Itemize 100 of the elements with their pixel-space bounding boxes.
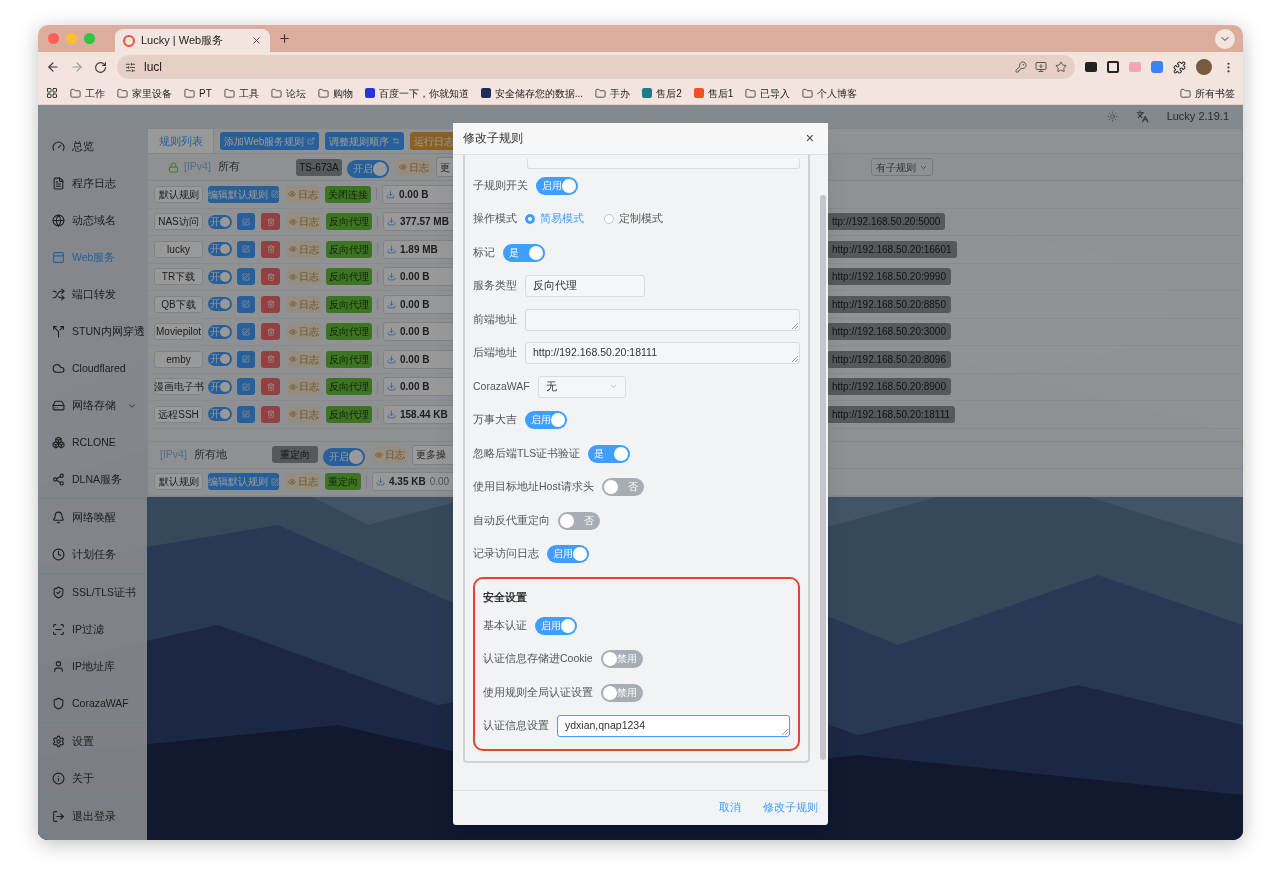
delete-button[interactable] (261, 350, 280, 368)
delete-button[interactable] (261, 323, 280, 341)
edit-button[interactable] (237, 240, 255, 258)
log-button[interactable]: 日志 (287, 240, 321, 258)
new-tab-icon[interactable] (278, 32, 291, 45)
resize-handle-icon[interactable] (792, 356, 798, 363)
text-area[interactable]: http://192.168.50.20:18111 (525, 342, 800, 365)
bookmark[interactable]: 工作 (70, 85, 105, 101)
toggle-switch[interactable]: 禁用 (600, 650, 643, 669)
edit-button[interactable] (237, 378, 255, 396)
edit-button[interactable] (237, 350, 255, 368)
log-button[interactable]: 日志 (287, 378, 321, 396)
delete-button[interactable] (261, 268, 280, 286)
resize-handle-icon[interactable] (782, 729, 788, 736)
edit-default-button[interactable]: 编辑默认规则 (208, 473, 279, 491)
tab-menu-button[interactable] (1215, 28, 1235, 49)
toggle-switch[interactable]: 开 (208, 214, 232, 229)
close-button[interactable]: × (801, 128, 818, 149)
toggle-switch[interactable]: 否 (558, 511, 600, 530)
bookmark[interactable]: 售后1 (693, 85, 734, 101)
toggle-switch[interactable]: 开 (208, 324, 232, 339)
radio-option[interactable]: 定制模式 (604, 211, 663, 228)
minimize-window-icon[interactable] (66, 33, 77, 44)
edit-default-button[interactable]: 编辑默认规则 (208, 185, 279, 203)
select-field[interactable]: 无 (537, 375, 626, 398)
extensions-icon[interactable] (1173, 60, 1186, 74)
back-icon[interactable] (46, 60, 60, 74)
text-field[interactable]: 反向代理 (525, 275, 645, 298)
bookmark[interactable]: 售后2 (642, 85, 682, 101)
log-button[interactable]: 日志 (287, 323, 321, 341)
theme-icon[interactable] (1106, 111, 1118, 122)
bookmark[interactable]: 手办 (595, 85, 631, 101)
text-area[interactable] (525, 308, 800, 331)
edit-button[interactable] (237, 405, 255, 423)
delete-button[interactable] (261, 213, 280, 231)
delete-button[interactable] (261, 405, 280, 423)
key-icon[interactable] (1015, 61, 1027, 73)
log-button[interactable]: 日志 (287, 268, 321, 286)
toggle-switch[interactable]: 开启 (323, 447, 365, 466)
toggle-switch[interactable]: 否 (601, 478, 644, 497)
bookmark[interactable]: 工具 (223, 85, 259, 101)
browser-tab[interactable]: Lucky | Web服务 (115, 29, 270, 52)
toggle-switch[interactable]: 禁用 (601, 683, 643, 702)
toggle-switch[interactable]: 开 (208, 297, 232, 312)
extension-icon[interactable] (1085, 62, 1097, 72)
toggle-switch[interactable]: 开 (208, 407, 232, 422)
radio-option[interactable]: 简易模式 (525, 211, 584, 228)
log-button[interactable]: 日志 (286, 473, 320, 491)
bookmark[interactable]: 百度一下，你就知道 (364, 85, 469, 101)
log-button[interactable]: 日志 (287, 213, 321, 231)
filter-dropdown[interactable]: 有子规则 (871, 158, 933, 176)
close-window-icon[interactable] (48, 33, 59, 44)
log-button[interactable]: 日志 (286, 185, 320, 203)
log-button[interactable]: 日志 (287, 350, 321, 368)
bookmark[interactable]: 已导入 (745, 85, 791, 101)
log-button[interactable]: 日志 (287, 405, 321, 423)
toggle-switch[interactable]: 开启 (347, 160, 389, 178)
toggle-switch[interactable]: 是 (588, 444, 631, 463)
text-field[interactable] (527, 159, 800, 169)
apps-icon[interactable] (46, 87, 58, 99)
toggle-switch[interactable]: 启用 (535, 616, 577, 635)
tab[interactable]: 规则列表 (148, 129, 214, 153)
delete-button[interactable] (261, 240, 280, 258)
edit-button[interactable] (237, 295, 255, 313)
bookmark-star-icon[interactable] (1055, 61, 1067, 73)
toggle-switch[interactable]: 启用 (525, 411, 567, 430)
avatar[interactable] (1196, 59, 1212, 75)
log-button[interactable]: 日志 (373, 446, 407, 463)
toggle-switch[interactable]: 是 (503, 243, 545, 262)
reload-icon[interactable] (94, 60, 107, 74)
text-area[interactable]: ydxian,qnap1234 (557, 715, 790, 738)
edit-button[interactable] (237, 323, 255, 341)
address-bar[interactable]: lucl (117, 55, 1075, 79)
forward-icon[interactable] (70, 60, 84, 74)
edit-button[interactable] (237, 268, 255, 286)
toggle-switch[interactable]: 启用 (536, 176, 578, 195)
toggle-switch[interactable]: 开 (208, 352, 232, 367)
toggle-switch[interactable]: 启用 (547, 545, 589, 564)
toggle-switch[interactable]: 开 (208, 242, 232, 257)
bookmark[interactable]: 购物 (317, 85, 353, 101)
bookmark[interactable]: PT (184, 85, 212, 101)
maximize-window-icon[interactable] (84, 33, 95, 44)
resize-handle-icon[interactable] (792, 322, 798, 329)
translate-icon[interactable] (1135, 110, 1149, 123)
bookmark[interactable]: 安全储存您的数据... (480, 85, 584, 101)
close-icon[interactable] (251, 35, 262, 46)
bookmark[interactable]: 个人博客 (802, 85, 858, 101)
log-button[interactable]: 日志 (287, 295, 321, 313)
toolbar-button[interactable]: 调整规则顺序 (325, 132, 405, 150)
bookmark[interactable]: 论坛 (270, 85, 306, 101)
delete-button[interactable] (261, 378, 280, 396)
dialog-button[interactable]: 修改子规则 (763, 800, 818, 816)
toolbar-button[interactable]: 添加Web服务规则 (220, 132, 320, 150)
delete-button[interactable] (261, 295, 280, 313)
dialog-button[interactable]: 取消 (719, 800, 741, 816)
site-settings-icon[interactable] (125, 61, 136, 73)
bookmark[interactable]: 家里设备 (117, 85, 172, 101)
toggle-switch[interactable]: 开 (208, 269, 232, 284)
log-button[interactable]: 日志 (397, 158, 431, 176)
toggle-switch[interactable]: 开 (208, 379, 232, 394)
